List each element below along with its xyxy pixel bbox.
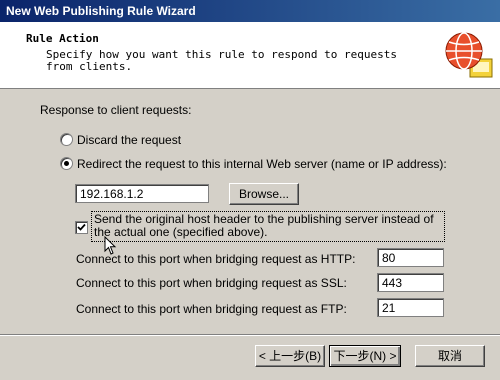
footer-divider	[0, 334, 500, 336]
title-bar: New Web Publishing Rule Wizard	[0, 0, 500, 22]
host-header-label[interactable]: Send the original host header to the pub…	[94, 213, 444, 239]
cancel-button[interactable]: 取消	[415, 345, 485, 367]
browse-button[interactable]: Browse...	[229, 183, 299, 205]
back-button[interactable]: < 上一步(B)	[255, 345, 325, 367]
globe-icon	[445, 32, 493, 78]
redirect-radio-label[interactable]: Redirect the request to this internal We…	[77, 157, 447, 171]
ftp-port-label: Connect to this port when bridging reque…	[76, 302, 347, 316]
ssl-port-label: Connect to this port when bridging reque…	[76, 276, 347, 290]
ftp-port-input[interactable]: 21	[377, 298, 444, 317]
redirect-radio[interactable]	[60, 157, 73, 170]
server-input[interactable]: 192.168.1.2	[75, 184, 209, 203]
header-title: Rule Action	[26, 32, 99, 45]
checkmark-icon	[77, 223, 86, 231]
response-label: Response to client requests:	[40, 103, 192, 117]
next-button[interactable]: 下一步(N) >	[329, 345, 401, 367]
window-title: New Web Publishing Rule Wizard	[6, 4, 196, 18]
discard-radio[interactable]	[60, 133, 73, 146]
header-description: Specify how you want this rule to respon…	[46, 48, 397, 73]
http-port-input[interactable]: 80	[377, 248, 444, 267]
ssl-port-input[interactable]: 443	[377, 273, 444, 292]
http-port-label: Connect to this port when bridging reque…	[76, 252, 356, 266]
host-header-checkbox[interactable]	[75, 221, 88, 234]
discard-radio-label[interactable]: Discard the request	[77, 133, 181, 147]
wizard-header: Rule Action Specify how you want this ru…	[0, 22, 500, 89]
